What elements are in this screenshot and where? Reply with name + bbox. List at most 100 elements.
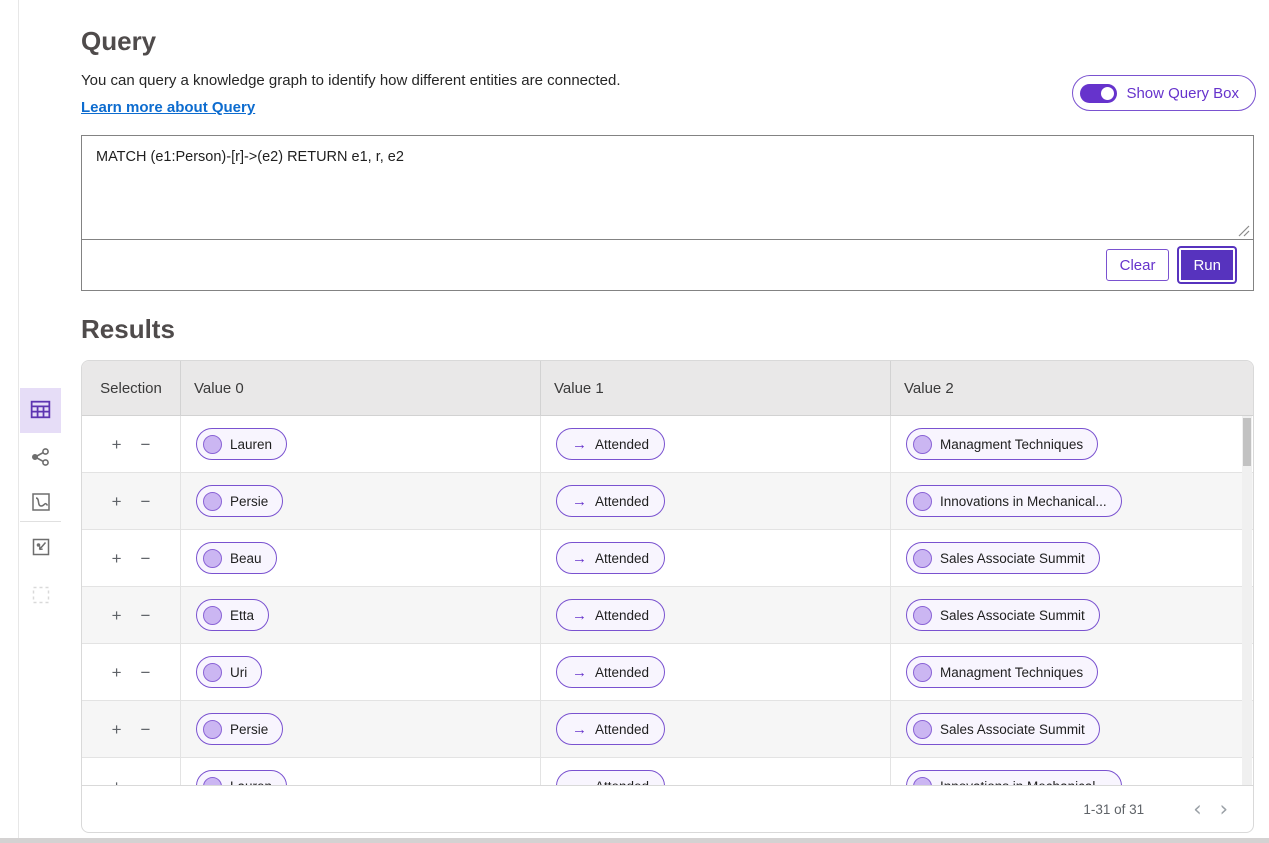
pagination-next-button[interactable]: › [1211, 798, 1237, 820]
run-button[interactable]: Run [1179, 248, 1235, 282]
target-label: Managment Techniques [940, 436, 1084, 452]
target-pill[interactable]: Managment Techniques [906, 428, 1099, 460]
column-header-value0: Value 0 [181, 361, 541, 415]
target-pill[interactable]: Sales Associate Summit [906, 713, 1100, 745]
selection-cell: + − [82, 530, 181, 586]
pagination-range: 1-31 of 31 [1083, 801, 1145, 817]
expand-row-button[interactable]: + [112, 778, 122, 786]
collapse-row-button[interactable]: − [141, 664, 151, 681]
bottom-strip [0, 838, 1269, 843]
table-scrollbar-thumb[interactable] [1243, 418, 1251, 466]
results-title: Results [81, 314, 175, 344]
relation-pill[interactable]: → Attended [556, 599, 666, 631]
entity-pill[interactable]: Lauren [196, 770, 288, 785]
node-icon [913, 605, 932, 625]
page-title: Query [81, 26, 157, 56]
arrow-right-icon: → [572, 606, 587, 624]
entity-label: Persie [230, 493, 269, 509]
graph-view-icon [29, 445, 53, 472]
resize-handle-icon[interactable] [1237, 224, 1250, 237]
chart-view-button[interactable] [20, 488, 61, 518]
collapse-row-button[interactable]: − [141, 721, 151, 738]
collapse-row-button[interactable]: − [141, 436, 151, 453]
value0-cell: Persie [181, 701, 541, 757]
arrow-right-icon: → [572, 549, 587, 567]
expand-row-button[interactable]: + [112, 436, 122, 453]
selection-view-icon [29, 583, 53, 610]
relation-label: Attended [595, 550, 650, 566]
node-icon [203, 719, 222, 739]
relation-label: Attended [595, 664, 650, 680]
value1-cell: → Attended [541, 587, 891, 643]
query-editor-input[interactable]: MATCH (e1:Person)-[r]->(e2) RETURN e1, r… [82, 136, 1253, 240]
collapse-row-button[interactable]: − [141, 550, 151, 567]
target-pill[interactable]: Sales Associate Summit [906, 599, 1100, 631]
toggle-switch-icon [1080, 83, 1118, 103]
collapse-row-button[interactable]: − [141, 493, 151, 510]
entity-pill[interactable]: Beau [196, 542, 277, 574]
entity-label: Beau [230, 550, 262, 566]
arrow-right-icon: → [572, 778, 587, 786]
relation-pill[interactable]: → Attended [556, 713, 666, 745]
collapse-row-button[interactable]: − [141, 778, 151, 786]
entity-label: Lauren [230, 436, 273, 452]
toggle-knob [1099, 84, 1117, 102]
entity-pill[interactable]: Persie [196, 485, 284, 517]
results-table: Selection Value 0 Value 1 Value 2 + − La… [81, 360, 1254, 785]
relation-label: Attended [595, 493, 650, 509]
entity-pill[interactable]: Uri [196, 656, 263, 688]
table-view-button[interactable] [20, 388, 61, 433]
entity-pill[interactable]: Etta [196, 599, 270, 631]
value0-cell: Uri [181, 644, 541, 700]
target-label: Sales Associate Summit [940, 607, 1085, 623]
arrow-right-icon: → [572, 435, 587, 453]
column-header-value1: Value 1 [541, 361, 891, 415]
value2-cell: Managment Techniques [891, 644, 1253, 700]
table-row: + − Persie → Attended Innovations in Mec… [82, 473, 1253, 530]
selection-cell: + − [82, 587, 181, 643]
target-pill[interactable]: Managment Techniques [906, 656, 1099, 688]
selection-cell: + − [82, 644, 181, 700]
expand-row-button[interactable]: + [112, 721, 122, 738]
expand-row-button[interactable]: + [112, 550, 122, 567]
value0-cell: Etta [181, 587, 541, 643]
expand-row-button[interactable]: + [112, 664, 122, 681]
relation-pill[interactable]: → Attended [556, 542, 666, 574]
annotate-view-button[interactable] [20, 533, 61, 563]
learn-more-link[interactable]: Learn more about Query [81, 99, 255, 116]
entity-pill[interactable]: Lauren [196, 428, 288, 460]
value0-cell: Beau [181, 530, 541, 586]
relation-pill[interactable]: → Attended [556, 485, 666, 517]
left-panel-divider [18, 0, 19, 838]
column-header-value2: Value 2 [904, 379, 954, 397]
clear-button[interactable]: Clear [1105, 249, 1170, 281]
relation-label: Attended [595, 607, 650, 623]
target-pill[interactable]: Sales Associate Summit [906, 542, 1100, 574]
entity-pill[interactable]: Persie [196, 713, 284, 745]
pagination-prev-button[interactable]: ‹ [1184, 798, 1210, 820]
node-icon [203, 491, 222, 511]
expand-row-button[interactable]: + [112, 607, 122, 624]
show-query-box-toggle[interactable]: Show Query Box [1072, 75, 1256, 111]
relation-pill[interactable]: → Attended [556, 428, 666, 460]
target-pill[interactable]: Innovations in Mechanical... [906, 770, 1122, 785]
value1-cell: → Attended [541, 473, 891, 529]
node-icon [913, 491, 932, 511]
selection-view-button[interactable] [20, 581, 61, 611]
collapse-row-button[interactable]: − [141, 607, 151, 624]
value2-cell: Sales Associate Summit [891, 530, 1253, 586]
value2-cell: Innovations in Mechanical... [891, 473, 1253, 529]
table-scrollbar[interactable] [1242, 416, 1252, 785]
node-icon [913, 719, 932, 739]
table-row: + − Persie → Attended Sales Associate Su… [82, 701, 1253, 758]
table-row: + − Etta → Attended Sales Associate Summ… [82, 587, 1253, 644]
relation-pill[interactable]: → Attended [556, 770, 666, 786]
relation-pill[interactable]: → Attended [556, 656, 666, 688]
value0-cell: Lauren [181, 416, 541, 472]
query-actions: Clear Run [82, 240, 1253, 290]
expand-row-button[interactable]: + [112, 493, 122, 510]
target-pill[interactable]: Innovations in Mechanical... [906, 485, 1122, 517]
graph-view-button[interactable] [20, 443, 61, 473]
target-label: Sales Associate Summit [940, 550, 1085, 566]
value1-cell: → Attended [541, 644, 891, 700]
